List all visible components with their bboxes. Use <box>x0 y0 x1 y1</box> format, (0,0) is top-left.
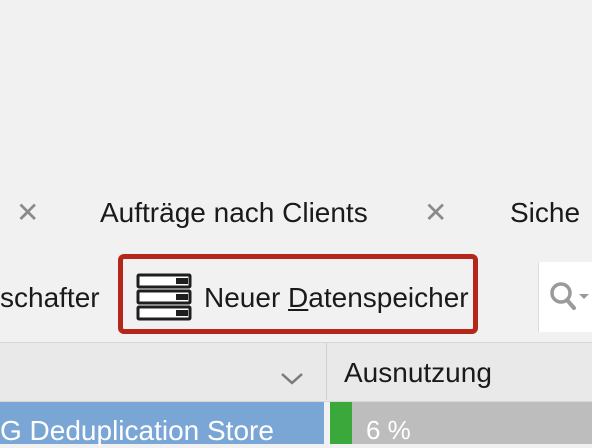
empty-content-area <box>0 0 592 180</box>
usage-value: 6 % <box>366 415 411 445</box>
column-header-ausnutzung[interactable]: Ausnutzung <box>344 356 492 390</box>
column-divider[interactable] <box>326 342 327 400</box>
tab-sicherungen[interactable]: Siche <box>510 196 580 230</box>
properties-button[interactable]: schafter <box>0 280 100 316</box>
highlight-frame <box>118 254 478 334</box>
tab-close-icon[interactable]: ✕ <box>424 196 447 230</box>
search-icon <box>550 282 589 310</box>
chevron-down-icon[interactable] <box>280 372 304 386</box>
tab-auftraege-nach-clients[interactable]: Aufträge nach Clients <box>100 196 368 230</box>
search-field[interactable] <box>538 262 592 332</box>
tab-close-icon[interactable]: ✕ <box>16 196 39 230</box>
datastore-name-cell: G Deduplication Store <box>0 415 274 446</box>
usage-progress-bar <box>330 402 352 444</box>
